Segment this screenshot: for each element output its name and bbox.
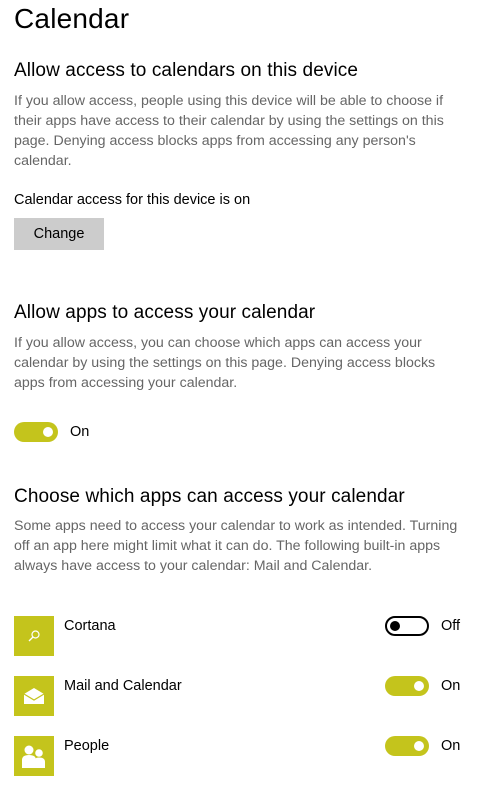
app-access-toggle[interactable]	[14, 422, 58, 442]
app-access-toggle-label: On	[70, 424, 90, 440]
mail-calendar-toggle-label: On	[441, 678, 461, 694]
people-app-name: People	[64, 738, 110, 754]
people-icon	[22, 745, 45, 768]
toggle-knob	[43, 427, 53, 437]
toggle-knob	[390, 621, 400, 631]
choose-apps-description: Some apps need to access your calendar t…	[14, 518, 458, 574]
people-toggle-label: On	[441, 738, 461, 754]
mail-calendar-app-icon	[14, 676, 54, 716]
toggle-knob	[414, 681, 424, 691]
search-icon	[28, 630, 40, 642]
cortana-toggle-label: Off	[441, 618, 461, 634]
mail-calendar-toggle[interactable]	[385, 676, 429, 696]
people-toggle[interactable]	[385, 736, 429, 756]
change-button[interactable]: Change	[14, 218, 104, 250]
people-app-icon	[14, 736, 54, 776]
app-access-description: If you allow access, you can choose whic…	[14, 335, 436, 391]
cortana-app-icon	[14, 616, 54, 656]
app-access-heading: Allow apps to access your calendar	[14, 302, 316, 323]
cortana-app-name: Cortana	[64, 618, 116, 634]
device-access-heading: Allow access to calendars on this device	[14, 60, 359, 81]
page-title: Calendar	[14, 3, 130, 34]
device-access-status: Calendar access for this device is on	[14, 192, 251, 208]
device-access-description: If you allow access, people using this d…	[14, 93, 444, 169]
mail-calendar-app-name: Mail and Calendar	[64, 678, 182, 694]
cortana-toggle[interactable]	[385, 616, 429, 636]
choose-apps-heading: Choose which apps can access your calend…	[14, 486, 405, 507]
envelope-icon	[23, 688, 45, 704]
toggle-knob	[414, 741, 424, 751]
